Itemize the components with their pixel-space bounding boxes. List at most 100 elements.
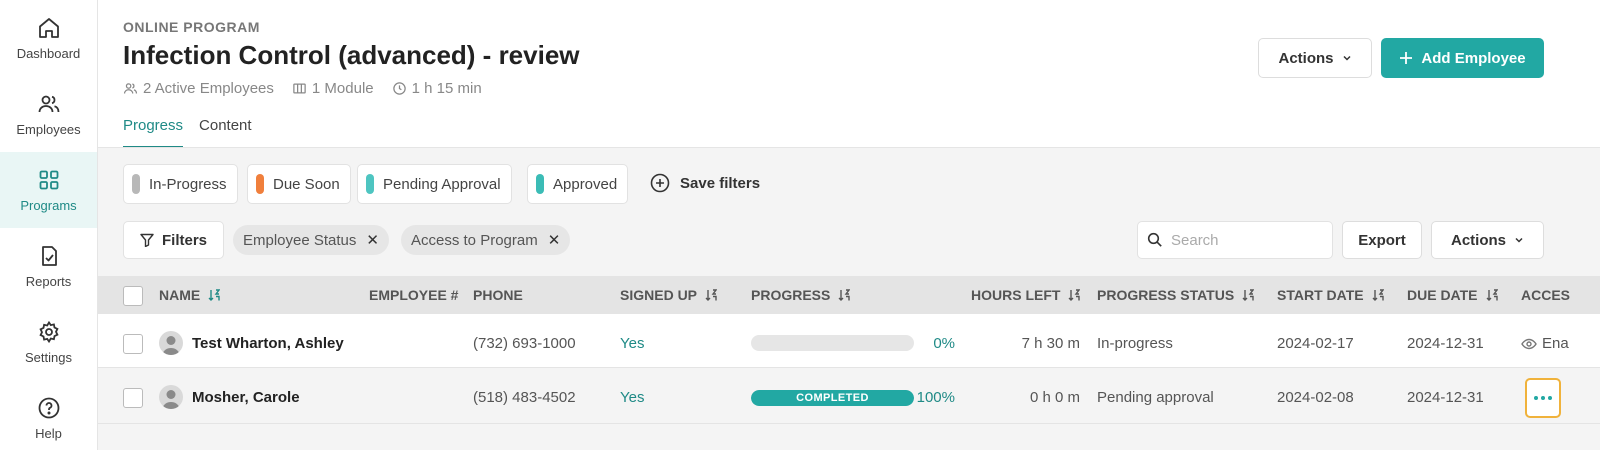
more-dots-icon [1534,396,1552,400]
due-date: 2024-12-31 [1407,335,1484,352]
status-filter-label: Pending Approval [383,175,501,193]
sidebar-item-employees[interactable]: Employees [0,76,97,152]
meta-employees: 2 Active Employees [123,80,274,97]
help-icon [38,397,59,418]
access-value: Ena [1542,335,1569,352]
column-header-label: NAME [159,287,201,303]
filters-label: Filters [161,231,207,249]
more-options-button[interactable] [1525,378,1561,418]
table-actions-button[interactable]: Actions [1431,221,1544,259]
column-header-label: SIGNED UP [620,287,698,303]
column-header-label: PHONE [473,287,523,303]
save-filters-label: Save filters [680,174,761,192]
active-filter-tag: Employee Status ✕ [233,225,389,255]
meta-modules: 1 Module [292,80,374,97]
sidebar-item-reports[interactable]: Reports [0,228,97,304]
header-actions-button[interactable]: Actions [1258,38,1372,78]
progress-bar-fill: COMPLETED [751,390,914,406]
sidebar: Dashboard Employees Programs Reports Set… [0,0,98,450]
progress-bar: COMPLETED [751,390,914,406]
status-swatch [536,174,544,194]
sidebar-item-settings[interactable]: Settings [0,304,97,380]
search-icon [1147,232,1162,247]
employee-name[interactable]: Mosher, Carole [192,389,300,406]
sidebar-item-help[interactable]: Help [0,380,97,450]
column-header-progress-status[interactable]: PROGRESS STATUS [1097,287,1255,303]
plus-icon [1400,52,1413,64]
sidebar-item-dashboard[interactable]: Dashboard [0,0,97,76]
tab-content[interactable]: Content [199,117,252,148]
column-header-label: HOURS LEFT [971,287,1061,303]
close-icon[interactable]: ✕ [548,231,561,249]
sidebar-item-label: Employees [16,121,81,137]
status-filter-label: Approved [553,175,618,193]
column-header-due-date[interactable]: DUE DATE [1407,287,1498,303]
progress-percent: 0% [933,335,955,352]
gear-icon [38,320,59,343]
users-icon [123,83,138,94]
tab-bar: Progress Content [123,117,252,148]
start-date: 2024-02-17 [1277,335,1354,352]
status-filter-in-progress[interactable]: In-Progress [123,164,238,204]
hours-left: 0 h 0 m [1029,389,1080,406]
row-checkbox[interactable] [123,388,143,408]
column-header-signed-up[interactable]: SIGNED UP [620,287,718,303]
status-filter-label: Due Soon [273,175,340,193]
grid-icon [39,170,58,189]
meta-modules-text: 1 Module [311,80,374,97]
export-button[interactable]: Export [1342,221,1422,259]
sort-icon [1068,289,1081,301]
column-header-phone[interactable]: PHONE [473,287,523,303]
column-header-label: EMPLOYEE # [369,287,459,303]
progress-status: In-progress [1097,335,1173,352]
access-cell: Ena [1521,335,1569,352]
row-checkbox[interactable] [123,334,143,354]
active-filter-label: Employee Status [243,231,357,249]
search-box [1137,221,1333,259]
column-header-label: PROGRESS [751,287,831,303]
column-header-label: START DATE [1277,287,1364,303]
signed-up-value: Yes [620,389,645,406]
sort-icon [838,289,851,301]
filter-icon [140,233,154,247]
column-header-label: DUE DATE [1407,287,1478,303]
book-icon [293,83,306,94]
add-employee-button[interactable]: Add Employee [1381,38,1544,78]
sidebar-item-label: Reports [25,273,72,289]
column-header-label: ACCES [1521,287,1571,303]
status-filter-approved[interactable]: Approved [527,164,629,204]
status-swatch [256,174,264,194]
column-header-start-date[interactable]: START DATE [1277,287,1384,303]
column-header-hours-left[interactable]: HOURS LEFT [971,287,1081,303]
column-header-employee-number[interactable]: EMPLOYEE # [369,287,458,303]
column-header-progress[interactable]: PROGRESS [751,287,851,303]
save-filters-button[interactable]: Save filters [650,173,760,193]
filters-button[interactable]: Filters [123,221,224,259]
column-header-access[interactable]: ACCES [1521,287,1570,303]
status-filter-pending-approval[interactable]: Pending Approval [357,164,512,204]
signed-up-value: Yes [620,335,645,352]
tab-progress[interactable]: Progress [123,117,184,148]
sidebar-item-label: Dashboard [16,45,81,61]
sidebar-item-label: Help [35,425,62,441]
status-swatch [132,174,140,194]
status-swatch [366,174,374,194]
sidebar-item-label: Programs [20,197,77,213]
column-header-name[interactable]: NAME [159,287,221,303]
avatar [159,385,183,409]
active-filter-tag: Access to Program ✕ [401,225,571,255]
users-icon [38,95,59,112]
plus-circle-icon [650,173,670,193]
search-input[interactable] [1171,231,1321,249]
sort-icon [1372,289,1384,301]
status-filter-due-soon[interactable]: Due Soon [247,164,351,204]
sidebar-item-programs[interactable]: Programs [0,152,97,228]
select-all-checkbox[interactable] [123,286,143,306]
table-actions-label: Actions [1450,231,1506,249]
close-icon[interactable]: ✕ [366,231,379,249]
chevron-down-icon [1515,237,1523,243]
meta-employees-text: 2 Active Employees [143,80,274,97]
avatar [159,331,183,355]
report-icon [41,245,57,266]
employee-name[interactable]: Test Wharton, Ashley [192,335,344,352]
